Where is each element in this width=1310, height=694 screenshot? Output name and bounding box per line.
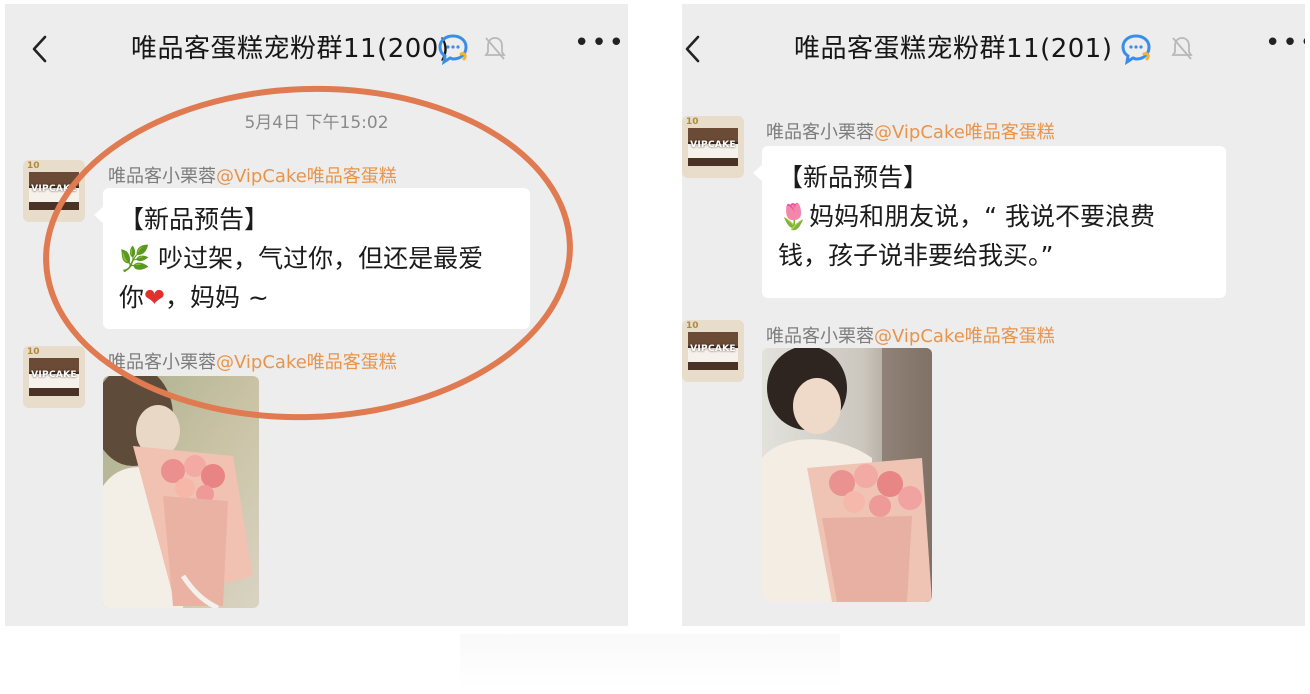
avatar[interactable]: 10 VIPCAKE bbox=[682, 116, 744, 178]
bottom-fade bbox=[460, 634, 840, 690]
chevron-left-icon[interactable] bbox=[27, 32, 53, 66]
chat-bubble-icon[interactable] bbox=[437, 32, 471, 66]
avatar-brand: VIPCAKE bbox=[31, 184, 77, 194]
message-timestamp: 5月4日 下午15:02 bbox=[244, 113, 389, 133]
message-line: 妈妈和朋友说，“ 我说不要浪费 bbox=[809, 202, 1156, 231]
avatar-number: 10 bbox=[27, 161, 40, 171]
sender-tag: @VipCake唯品客蛋糕 bbox=[216, 352, 397, 373]
sender-tag: @VipCake唯品客蛋糕 bbox=[874, 122, 1055, 143]
sender-tag: @VipCake唯品客蛋糕 bbox=[216, 166, 397, 187]
muted-bell-icon bbox=[1171, 37, 1193, 60]
message-line: 【新品预告】 bbox=[778, 163, 929, 192]
message-bubble[interactable]: 【新品预告】 🌿 吵过架，气过你，但还是最爱 你❤，妈妈 ~ bbox=[94, 188, 530, 329]
more-dots-icon[interactable]: ••• bbox=[574, 30, 624, 62]
avatar-brand: VIPCAKE bbox=[690, 140, 736, 150]
sender-nickname: 唯品客小栗蓉 bbox=[108, 166, 216, 187]
group-title: 唯品客蛋糕宠粉群11(201) bbox=[794, 34, 1113, 64]
message-line: 吵过架，气过你，但还是最爱 bbox=[158, 244, 484, 273]
chat-header: 唯品客蛋糕宠粉群11(201) ••• bbox=[682, 4, 1305, 86]
message-line: 钱，孩子说非要给我买。” bbox=[778, 241, 1054, 270]
sender-tag: @VipCake唯品客蛋糕 bbox=[874, 326, 1055, 347]
heart-emoji-icon: ❤ bbox=[144, 283, 165, 312]
tulip-emoji-icon: 🌷 bbox=[778, 202, 810, 231]
message-line: ，妈妈 ~ bbox=[164, 283, 269, 312]
avatar-number: 10 bbox=[686, 117, 699, 127]
sender-name: 唯品客小栗蓉@VipCake唯品客蛋糕 bbox=[766, 118, 1055, 144]
avatar[interactable]: 10 VIPCAKE bbox=[682, 320, 744, 382]
sender-name: 唯品客小栗蓉@VipCake唯品客蛋糕 bbox=[108, 162, 397, 188]
avatar[interactable]: 10 VIPCAKE bbox=[23, 160, 85, 222]
sender-name: 唯品客小栗蓉@VipCake唯品客蛋糕 bbox=[766, 322, 1055, 348]
message-bubble[interactable]: 【新品预告】 🌷妈妈和朋友说，“ 我说不要浪费 钱，孩子说非要给我买。” bbox=[753, 146, 1226, 298]
message-line: 【新品预告】 bbox=[119, 205, 270, 234]
avatar-brand: VIPCAKE bbox=[690, 344, 736, 354]
avatar-brand: VIPCAKE bbox=[31, 370, 77, 380]
sender-name: 唯品客小栗蓉@VipCake唯品客蛋糕 bbox=[108, 348, 397, 374]
chat-header: 唯品客蛋糕宠粉群11(200) ••• bbox=[5, 4, 628, 86]
sender-nickname: 唯品客小栗蓉 bbox=[108, 352, 216, 373]
avatar-number: 10 bbox=[686, 321, 699, 331]
muted-bell-icon bbox=[484, 37, 506, 60]
avatar-number: 10 bbox=[27, 347, 40, 357]
leaf-emoji-icon: 🌿 bbox=[119, 244, 151, 273]
message-photo[interactable] bbox=[762, 348, 932, 602]
avatar[interactable]: 10 VIPCAKE bbox=[23, 346, 85, 408]
chevron-left-icon[interactable] bbox=[682, 32, 706, 66]
chat-bubble-icon[interactable] bbox=[1120, 32, 1154, 66]
sender-nickname: 唯品客小栗蓉 bbox=[766, 326, 874, 347]
message-line: 你 bbox=[119, 283, 145, 312]
sender-nickname: 唯品客小栗蓉 bbox=[766, 122, 874, 143]
message-photo[interactable] bbox=[103, 376, 259, 608]
group-title: 唯品客蛋糕宠粉群11(200) bbox=[131, 34, 450, 64]
chat-screen-left: 唯品客蛋糕宠粉群11(200) ••• 5月4日 下午15:02 10 VIPC… bbox=[5, 4, 628, 626]
chat-screen-right: 唯品客蛋糕宠粉群11(201) ••• 10 VIPCAKE 唯品客小栗蓉@Vi… bbox=[682, 4, 1305, 626]
more-dots-icon[interactable]: ••• bbox=[1265, 30, 1305, 62]
